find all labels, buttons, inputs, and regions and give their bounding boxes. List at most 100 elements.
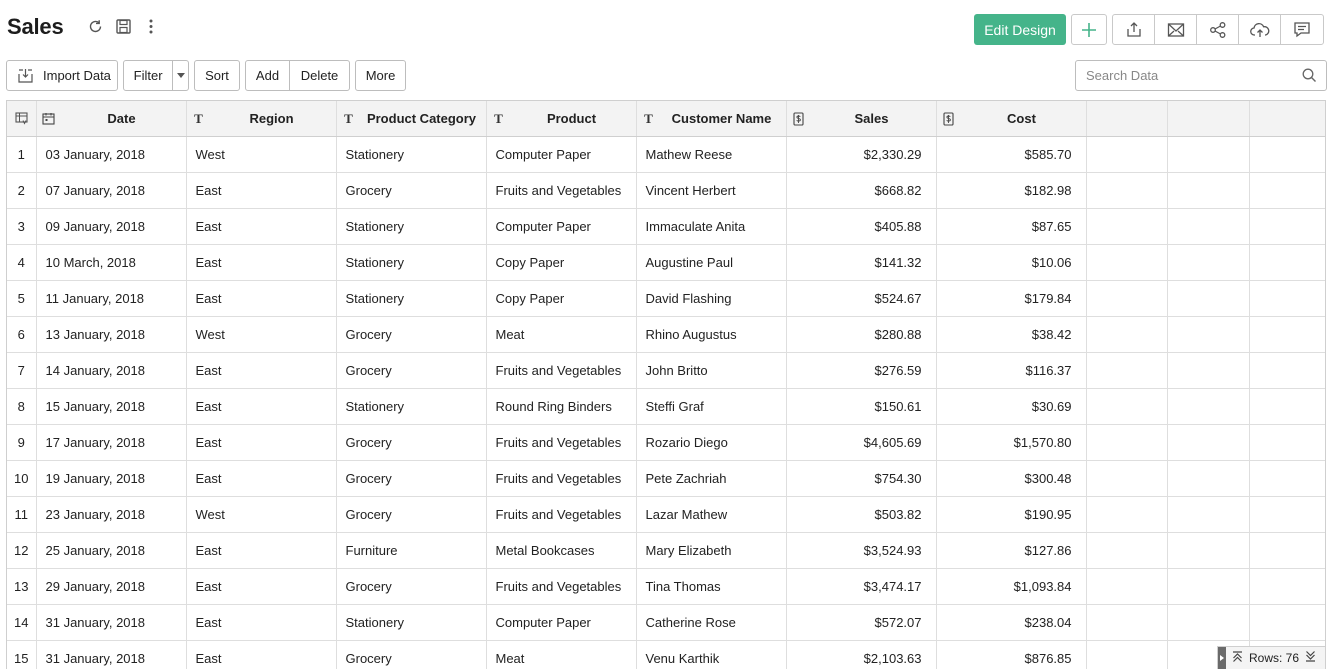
cell-product[interactable]: Metal Bookcases (486, 532, 637, 569)
table-row[interactable]: 1 03 January, 2018 West Stationery Computer … (7, 136, 1325, 173)
empty-cell[interactable] (1086, 316, 1168, 353)
cell-region[interactable]: West (186, 316, 337, 353)
filter-dropdown-toggle[interactable] (172, 61, 188, 90)
cell-cost[interactable]: $585.70 (936, 136, 1087, 173)
add-button[interactable]: Add (246, 61, 290, 90)
empty-cell[interactable] (1249, 424, 1325, 461)
cell-region[interactable]: West (186, 496, 337, 533)
empty-cell[interactable] (1086, 172, 1168, 209)
scroll-top-icon[interactable] (1232, 651, 1243, 665)
cell-product-category[interactable]: Stationery (336, 244, 487, 281)
row-number[interactable]: 11 (7, 496, 37, 533)
cell-cost[interactable]: $300.48 (936, 460, 1087, 497)
empty-cell[interactable] (1086, 388, 1168, 425)
cell-product-category[interactable]: Grocery (336, 640, 487, 669)
row-number[interactable]: 14 (7, 604, 37, 641)
empty-cell[interactable] (1167, 424, 1250, 461)
cell-product-category[interactable]: Grocery (336, 496, 487, 533)
row-number[interactable]: 13 (7, 568, 37, 605)
cell-customer-name[interactable]: Immaculate Anita (636, 208, 787, 245)
cell-product[interactable]: Copy Paper (486, 280, 637, 317)
cell-cost[interactable]: $1,093.84 (936, 568, 1087, 605)
cell-sales[interactable]: $668.82 (786, 172, 937, 209)
cell-region[interactable]: East (186, 172, 337, 209)
cell-cost[interactable]: $30.69 (936, 388, 1087, 425)
cell-sales[interactable]: $524.67 (786, 280, 937, 317)
cell-product-category[interactable]: Grocery (336, 424, 487, 461)
empty-cell[interactable] (1167, 208, 1250, 245)
add-new-button[interactable] (1071, 14, 1107, 45)
comment-button[interactable] (1281, 15, 1323, 44)
cell-cost[interactable]: $116.37 (936, 352, 1087, 389)
cell-cost[interactable]: $127.86 (936, 532, 1087, 569)
cell-product[interactable]: Fruits and Vegetables (486, 568, 637, 605)
cell-region[interactable]: East (186, 244, 337, 281)
cell-customer-name[interactable]: Mathew Reese (636, 136, 787, 173)
search-icon[interactable] (1302, 68, 1317, 86)
cell-product-category[interactable]: Stationery (336, 604, 487, 641)
export-button[interactable] (1113, 15, 1155, 44)
empty-cell[interactable] (1249, 244, 1325, 281)
cell-sales[interactable]: $2,330.29 (786, 136, 937, 173)
more-vertical-icon[interactable] (142, 17, 160, 35)
cell-sales[interactable]: $276.59 (786, 352, 937, 389)
cell-product[interactable]: Computer Paper (486, 604, 637, 641)
row-number[interactable]: 15 (7, 640, 37, 669)
cell-date[interactable]: 31 January, 2018 (36, 604, 187, 641)
cell-date[interactable]: 14 January, 2018 (36, 352, 187, 389)
empty-cell[interactable] (1086, 208, 1168, 245)
empty-cell[interactable] (1167, 316, 1250, 353)
cell-cost[interactable]: $87.65 (936, 208, 1087, 245)
table-row[interactable]: 13 29 January, 2018 East Grocery Fruits and … (7, 568, 1325, 605)
cell-cost[interactable]: $1,570.80 (936, 424, 1087, 461)
cell-customer-name[interactable]: Tina Thomas (636, 568, 787, 605)
table-row[interactable]: 8 15 January, 2018 East Stationery Round Rin… (7, 388, 1325, 425)
filter-button[interactable]: Filter (123, 60, 189, 91)
cell-sales[interactable]: $2,103.63 (786, 640, 937, 669)
empty-cell[interactable] (1167, 280, 1250, 317)
empty-cell[interactable] (1167, 136, 1250, 173)
empty-cell[interactable] (1249, 280, 1325, 317)
empty-cell[interactable] (1167, 172, 1250, 209)
cell-region[interactable]: West (186, 136, 337, 173)
row-number[interactable]: 4 (7, 244, 37, 281)
cell-date[interactable]: 25 January, 2018 (36, 532, 187, 569)
cell-sales[interactable]: $150.61 (786, 388, 937, 425)
cell-region[interactable]: East (186, 208, 337, 245)
cell-date[interactable]: 17 January, 2018 (36, 424, 187, 461)
cell-sales[interactable]: $4,605.69 (786, 424, 937, 461)
empty-cell[interactable] (1249, 136, 1325, 173)
table-row[interactable]: 15 31 January, 2018 East Grocery Meat Venu Ka… (7, 640, 1325, 669)
row-number[interactable]: 9 (7, 424, 37, 461)
column-header-customer-name[interactable]: T Customer Name (636, 101, 787, 137)
cell-product[interactable]: Round Ring Binders (486, 388, 637, 425)
empty-column-header[interactable] (1249, 101, 1325, 137)
column-header-product-category[interactable]: T Product Category (336, 101, 487, 137)
cell-customer-name[interactable]: Venu Karthik (636, 640, 787, 669)
cell-product-category[interactable]: Grocery (336, 172, 487, 209)
cell-date[interactable]: 09 January, 2018 (36, 208, 187, 245)
cell-date[interactable]: 19 January, 2018 (36, 460, 187, 497)
cell-date[interactable]: 03 January, 2018 (36, 136, 187, 173)
cell-region[interactable]: East (186, 604, 337, 641)
empty-cell[interactable] (1086, 280, 1168, 317)
cell-cost[interactable]: $10.06 (936, 244, 1087, 281)
empty-cell[interactable] (1086, 460, 1168, 497)
cell-cost[interactable]: $179.84 (936, 280, 1087, 317)
save-icon[interactable] (114, 17, 132, 35)
cell-product-category[interactable]: Grocery (336, 568, 487, 605)
cell-customer-name[interactable]: Rozario Diego (636, 424, 787, 461)
column-header-sales[interactable]: Sales (786, 101, 937, 137)
cell-date[interactable]: 11 January, 2018 (36, 280, 187, 317)
more-button[interactable]: More (355, 60, 406, 91)
empty-cell[interactable] (1249, 388, 1325, 425)
cell-product[interactable]: Fruits and Vegetables (486, 172, 637, 209)
cell-product[interactable]: Fruits and Vegetables (486, 460, 637, 497)
cell-region[interactable]: East (186, 388, 337, 425)
row-number[interactable]: 5 (7, 280, 37, 317)
empty-cell[interactable] (1249, 352, 1325, 389)
empty-cell[interactable] (1167, 496, 1250, 533)
share-button[interactable] (1197, 15, 1239, 44)
column-header-date[interactable]: Date (36, 101, 187, 137)
cell-product-category[interactable]: Grocery (336, 316, 487, 353)
